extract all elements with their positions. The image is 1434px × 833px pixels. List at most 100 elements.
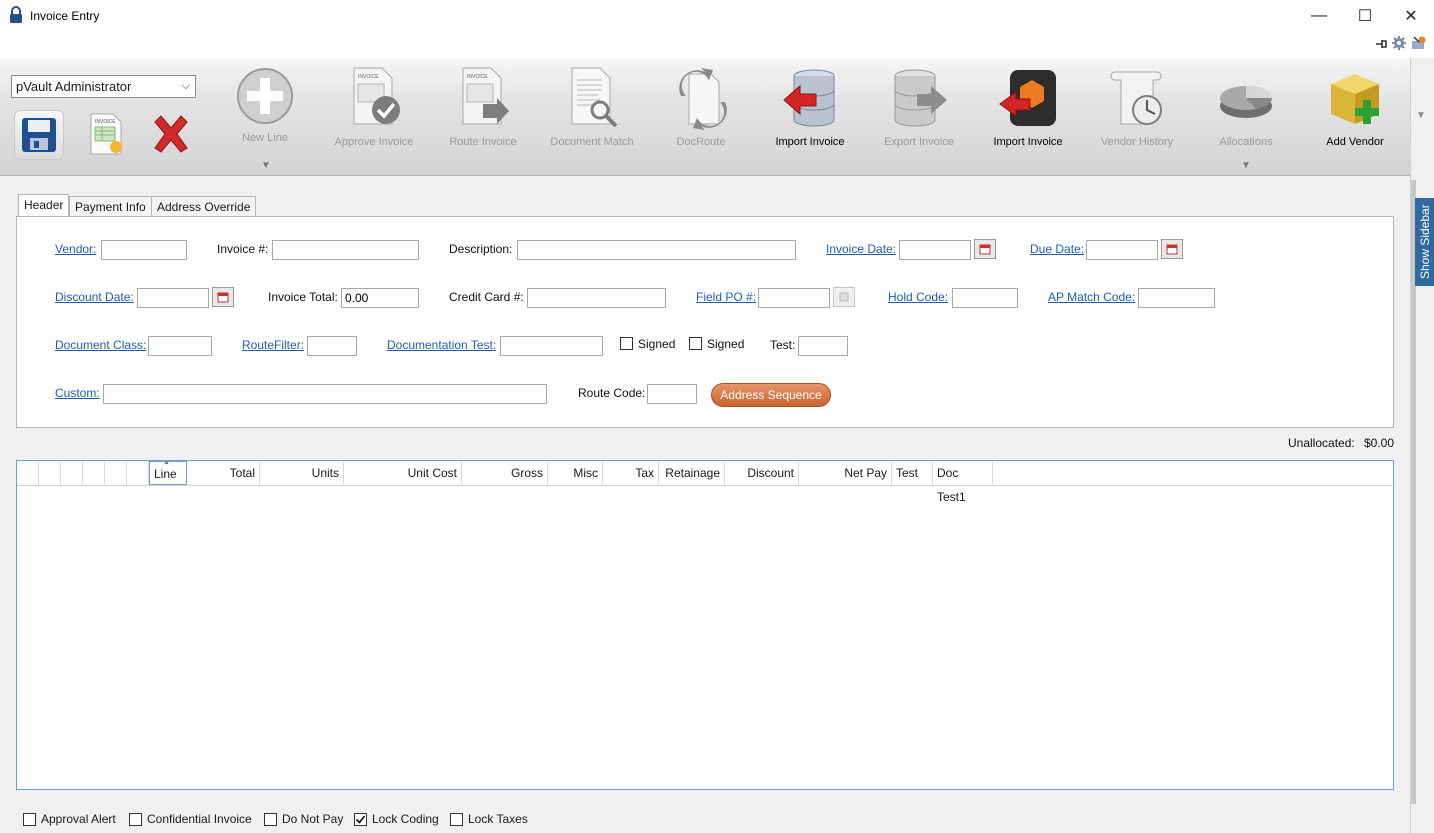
route-invoice-button[interactable]: INVOICE Route Invoice bbox=[431, 62, 535, 162]
due-date-calendar-button[interactable] bbox=[1161, 239, 1183, 259]
new-line-button[interactable]: New Line bbox=[213, 62, 317, 162]
calendar-icon bbox=[979, 244, 991, 255]
invoice-total-field[interactable] bbox=[341, 288, 419, 308]
column-header-test[interactable]: Test bbox=[892, 461, 933, 485]
vendor-history-icon bbox=[1110, 71, 1162, 125]
invoice-date-link[interactable]: Invoice Date: bbox=[826, 242, 896, 256]
export-invoice-button[interactable]: Export Invoice bbox=[867, 62, 971, 162]
column-header-total[interactable]: Total bbox=[187, 461, 260, 485]
discount-date-field[interactable] bbox=[137, 288, 209, 308]
documentation-test-field[interactable] bbox=[500, 336, 603, 356]
credit-card-field[interactable] bbox=[527, 288, 666, 308]
delete-button[interactable] bbox=[147, 110, 195, 158]
signed-label-2: Signed bbox=[707, 337, 745, 351]
column-header-tax[interactable]: Tax bbox=[603, 461, 659, 485]
test-field[interactable] bbox=[798, 336, 848, 356]
unallocated-value: $0.00 bbox=[1364, 436, 1395, 450]
invoice-number-field[interactable] bbox=[272, 240, 419, 260]
ap-match-code-field[interactable] bbox=[1138, 288, 1215, 308]
gear-icon[interactable] bbox=[1391, 35, 1407, 51]
vendor-link[interactable]: Vendor: bbox=[55, 242, 96, 256]
column-header-gross[interactable]: Gross bbox=[462, 461, 548, 485]
grid-select-col-2[interactable] bbox=[61, 461, 83, 485]
column-header-units[interactable]: Units bbox=[260, 461, 344, 485]
new-invoice-button[interactable]: INVOICE bbox=[81, 110, 129, 158]
lock-coding-checkbox[interactable] bbox=[354, 813, 367, 826]
discount-date-link[interactable]: Discount Date: bbox=[55, 290, 134, 304]
document-class-link[interactable]: Document Class: bbox=[55, 338, 146, 352]
ap-match-code-link[interactable]: AP Match Code: bbox=[1048, 290, 1135, 304]
allocations-button[interactable]: Allocations bbox=[1194, 62, 1298, 162]
vendor-field[interactable] bbox=[101, 240, 187, 260]
field-po-link[interactable]: Field PO #: bbox=[696, 290, 756, 304]
grid-row-header-col[interactable] bbox=[17, 461, 39, 485]
hold-code-link[interactable]: Hold Code: bbox=[888, 290, 948, 304]
allocations-pie-icon bbox=[1220, 86, 1272, 118]
grid-select-col-1[interactable] bbox=[39, 461, 61, 485]
invoice-new-icon: INVOICE bbox=[90, 113, 122, 155]
database-import-icon bbox=[783, 69, 835, 127]
route-invoice-label: Route Invoice bbox=[449, 136, 517, 148]
close-button[interactable]: ✕ bbox=[1388, 0, 1434, 32]
ribbon-scroll-down-icon[interactable]: ▼ bbox=[1416, 110, 1426, 121]
signed-checkbox-1[interactable] bbox=[620, 337, 633, 350]
description-field[interactable] bbox=[517, 240, 796, 260]
save-button[interactable] bbox=[14, 110, 64, 160]
document-class-field[interactable] bbox=[148, 336, 212, 356]
discount-date-calendar-button[interactable] bbox=[212, 287, 234, 307]
allocations-dropdown-icon[interactable]: ▼ bbox=[1241, 160, 1251, 171]
minimize-button[interactable]: — bbox=[1296, 0, 1342, 32]
lookup-box-icon bbox=[839, 292, 849, 302]
field-po-field[interactable] bbox=[758, 288, 830, 308]
user-select[interactable]: pVault Administrator ⌵ bbox=[11, 75, 196, 98]
vendor-history-label: Vendor History bbox=[1100, 136, 1174, 148]
due-date-field[interactable] bbox=[1086, 240, 1158, 260]
column-header-doc-test1[interactable]: Doc Test1 bbox=[933, 461, 993, 504]
new-line-dropdown-icon[interactable]: ▼ bbox=[261, 160, 271, 171]
grid-select-col-5[interactable] bbox=[127, 461, 149, 485]
maximize-button[interactable]: ☐ bbox=[1342, 0, 1388, 32]
vendor-history-button[interactable]: Vendor History bbox=[1085, 62, 1189, 162]
tab-payment-info[interactable]: Payment Info bbox=[69, 196, 152, 216]
grid-select-col-4[interactable] bbox=[105, 461, 127, 485]
route-filter-field[interactable] bbox=[307, 336, 357, 356]
import-invoice-button[interactable]: Import Invoice bbox=[758, 62, 862, 162]
address-sequence-button[interactable]: Address Sequence bbox=[711, 383, 831, 407]
docroute-button[interactable]: DocRoute bbox=[649, 62, 753, 162]
approval-alert-checkbox[interactable] bbox=[23, 813, 36, 826]
route-filter-link[interactable]: RouteFilter: bbox=[242, 338, 304, 352]
do-not-pay-checkbox[interactable] bbox=[264, 813, 277, 826]
settings-tools-icon[interactable] bbox=[1410, 35, 1428, 51]
docroute-label: DocRoute bbox=[676, 136, 726, 148]
show-sidebar-button[interactable]: Show Sidebar bbox=[1415, 198, 1434, 286]
column-header-unit-cost[interactable]: Unit Cost bbox=[344, 461, 462, 485]
invoice-date-calendar-button[interactable] bbox=[974, 239, 996, 259]
field-po-lookup-button[interactable] bbox=[833, 287, 855, 307]
lock-taxes-checkbox[interactable] bbox=[450, 813, 463, 826]
due-date-link[interactable]: Due Date: bbox=[1030, 242, 1084, 256]
tab-address-override[interactable]: Address Override bbox=[151, 196, 257, 216]
hold-code-field[interactable] bbox=[952, 288, 1018, 308]
column-header-net-pay[interactable]: Net Pay bbox=[799, 461, 892, 485]
confidential-invoice-checkbox[interactable] bbox=[129, 813, 142, 826]
tab-header[interactable]: Header bbox=[18, 194, 70, 216]
pin-icon[interactable] bbox=[1374, 37, 1388, 51]
grid-select-col-3[interactable] bbox=[83, 461, 105, 485]
custom-link[interactable]: Custom: bbox=[55, 386, 100, 400]
route-code-field[interactable] bbox=[647, 384, 697, 404]
signed-checkbox-2[interactable] bbox=[689, 337, 702, 350]
line-items-grid[interactable] bbox=[16, 460, 1394, 790]
document-match-button[interactable]: Document Match bbox=[540, 62, 644, 162]
approve-invoice-button[interactable]: INVOICE Approve Invoice bbox=[322, 62, 426, 162]
quick-access-strip bbox=[0, 32, 1434, 58]
column-header-retainage[interactable]: Retainage bbox=[659, 461, 725, 485]
documentation-test-link[interactable]: Documentation Test: bbox=[387, 338, 496, 352]
svg-text:INVOICE: INVOICE bbox=[95, 119, 116, 125]
import-invoice-alt-button[interactable]: Import Invoice bbox=[976, 62, 1080, 162]
column-header-misc[interactable]: Misc bbox=[548, 461, 603, 485]
add-vendor-button[interactable]: Add Vendor bbox=[1303, 62, 1407, 162]
custom-field[interactable] bbox=[103, 384, 547, 404]
invoice-date-field[interactable] bbox=[899, 240, 971, 260]
docroute-icon bbox=[679, 68, 727, 130]
column-header-discount[interactable]: Discount bbox=[725, 461, 799, 485]
